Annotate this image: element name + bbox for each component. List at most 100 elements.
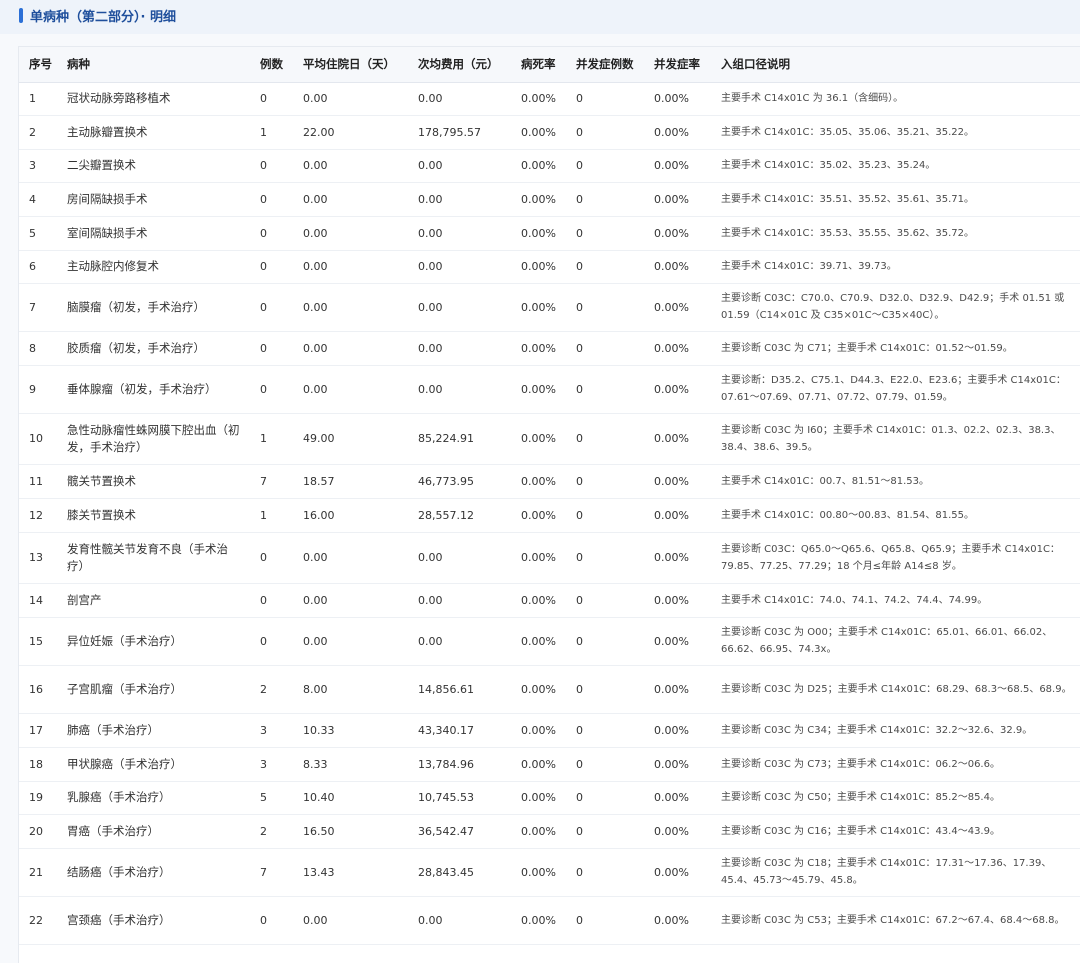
cell-avg-stay: 0.00 <box>291 532 406 584</box>
cell-count: 1 <box>248 498 291 533</box>
cell-index: 17 <box>19 713 55 748</box>
cell-mortality: 0.00% <box>509 413 564 465</box>
cell-avg-cost: 0.00 <box>406 182 509 217</box>
cell-avg-cost: 0.00 <box>406 896 509 945</box>
cell-count: 0 <box>248 896 291 945</box>
table-row: 5 室间隔缺损手术 0 0.00 0.00 0.00% 0 0.00% 主要手术 C14x01C… <box>19 216 1080 251</box>
cell-avg-stay: 0.00 <box>291 331 406 366</box>
cell-avg-stay: 0.00 <box>291 250 406 284</box>
cell-mortality: 0.00% <box>509 713 564 748</box>
column-header-avg-stay: 平均住院日（天） <box>291 47 406 83</box>
cell-avg-cost: 28,843.45 <box>406 848 509 897</box>
cell-avg-stay: 18.57 <box>291 464 406 499</box>
cell-mortality: 0.00% <box>509 283 564 332</box>
cell-complication-rate: 0.00% <box>642 283 709 332</box>
cell-avg-cost: 0.00 <box>406 583 509 618</box>
cell-mortality: 0.00% <box>509 781 564 815</box>
cell-avg-stay: 8.33 <box>291 747 406 782</box>
cell-criteria: 主要手术 C14x01C 为 36.1（含细码）。 <box>709 82 1080 116</box>
cell-complication-count: 0 <box>564 182 642 217</box>
cell-complication-rate: 0.00% <box>642 583 709 618</box>
cell-count: 0 <box>248 216 291 251</box>
cell-avg-cost: 13,784.96 <box>406 747 509 782</box>
cell-complication-count: 0 <box>564 82 642 116</box>
cell-count: 0 <box>248 331 291 366</box>
cell-complication-count: 0 <box>564 498 642 533</box>
table-card: 序号 病种 例数 平均住院日（天） 次均费用（元） 病死率 并发症例数 并发症率… <box>18 46 1080 963</box>
cell-count: 1 <box>248 115 291 150</box>
cell-count: 1 <box>248 413 291 465</box>
cell-complication-rate: 0.00% <box>642 532 709 584</box>
cell-criteria: 主要诊断 C03C：C70.0、C70.9、D32.0、D32.9、D42.9；… <box>709 283 1080 332</box>
cell-complication-count: 0 <box>564 149 642 183</box>
cell-index: 6 <box>19 250 55 284</box>
cell-avg-cost: 0.00 <box>406 250 509 284</box>
cell-index: 3 <box>19 149 55 183</box>
cell-count: 3 <box>248 713 291 748</box>
cell-mortality: 0.00% <box>509 498 564 533</box>
cell-complication-rate: 0.00% <box>642 665 709 714</box>
column-header-index: 序号 <box>19 47 55 83</box>
cell-index: 4 <box>19 182 55 217</box>
cell-avg-stay: 10.40 <box>291 781 406 815</box>
cell-mortality: 0.00% <box>509 814 564 849</box>
header-accent-bar <box>19 8 23 23</box>
cell-index: 16 <box>19 665 55 714</box>
table-row: 9 垂体腺瘤（初发，手术治疗） 0 0.00 0.00 0.00% 0 0.00% 主要诊断：D… <box>19 365 1080 414</box>
table-row: 21 结肠癌（手术治疗） 7 13.43 28,843.45 0.00% 0 0.00% 主要诊… <box>19 848 1080 897</box>
cell-criteria: 主要诊断 C03C 为 I60；主要手术 C14x01C：01.3、02.2、0… <box>709 413 1080 465</box>
cell-criteria: 主要诊断 C03C 为 C71；主要手术 C14x01C：01.52～01.59… <box>709 331 1080 366</box>
cell-disease-name: 结肠癌（手术治疗） <box>55 848 248 897</box>
table-row: 17 肺癌（手术治疗） 3 10.33 43,340.17 0.00% 0 0.00% 主要诊断… <box>19 713 1080 748</box>
cell-count: 0 <box>248 365 291 414</box>
cell-complication-rate: 0.00% <box>642 413 709 465</box>
cell-index: 11 <box>19 464 55 499</box>
cell-complication-count: 0 <box>564 781 642 815</box>
cell-avg-stay: 8.00 <box>291 665 406 714</box>
cell-count: 5 <box>248 781 291 815</box>
cell-disease-name: 脑膜瘤（初发，手术治疗） <box>55 283 248 332</box>
cell-disease-name: 胶质瘤（初发，手术治疗） <box>55 331 248 366</box>
table-row: 20 胃癌（手术治疗） 2 16.50 36,542.47 0.00% 0 0.00% 主要诊断… <box>19 814 1080 849</box>
column-header-avg-cost: 次均费用（元） <box>406 47 509 83</box>
cell-index: 5 <box>19 216 55 251</box>
cell-avg-stay: 0.00 <box>291 149 406 183</box>
cell-complication-count: 0 <box>564 283 642 332</box>
cell-criteria: 主要诊断 C03C 为 C53；主要手术 C14x01C：67.2～67.4、6… <box>709 896 1080 945</box>
cell-index: 10 <box>19 413 55 465</box>
cell-complication-rate: 0.00% <box>642 781 709 815</box>
table-row: 1 冠状动脉旁路移植术 0 0.00 0.00 0.00% 0 0.00% 主要手术 C14x0… <box>19 82 1080 116</box>
cell-avg-stay: 0.00 <box>291 283 406 332</box>
cell-complication-rate: 0.00% <box>642 115 709 150</box>
cell-mortality: 0.00% <box>509 747 564 782</box>
cell-criteria: 主要诊断：D35.2、C75.1、D44.3、E22.0、E23.6；主要手术 … <box>709 365 1080 414</box>
cell-complication-count: 0 <box>564 713 642 748</box>
table-row: 6 主动脉腔内修复术 0 0.00 0.00 0.00% 0 0.00% 主要手术 C14x01… <box>19 250 1080 284</box>
column-header-count: 例数 <box>248 47 291 83</box>
cell-mortality: 0.00% <box>509 182 564 217</box>
cell-complication-rate: 0.00% <box>642 365 709 414</box>
cell-complication-rate: 0.00% <box>642 464 709 499</box>
cell-avg-cost: 43,340.17 <box>406 713 509 748</box>
table-row: 4 房间隔缺损手术 0 0.00 0.00 0.00% 0 0.00% 主要手术 C14x01C… <box>19 182 1080 217</box>
table-row: 10 急性动脉瘤性蛛网膜下腔出血（初发，手术治疗） 1 49.00 85,224.91 0… <box>19 413 1080 465</box>
table-row: 18 甲状腺癌（手术治疗） 3 8.33 13,784.96 0.00% 0 0.00% 主要诊… <box>19 747 1080 782</box>
cell-complication-rate: 0.00% <box>642 331 709 366</box>
cell-index: 13 <box>19 532 55 584</box>
cell-complication-rate: 0.00% <box>642 498 709 533</box>
cell-complication-rate: 0.00% <box>642 82 709 116</box>
cell-index: 14 <box>19 583 55 618</box>
cell-index: 7 <box>19 283 55 332</box>
page: 单病种（第二部分）· 明细 序号 病种 例数 平均住院日（天） 次均费用（元） … <box>0 0 1080 963</box>
cell-criteria: 主要诊断 C03C 为 C50；主要手术 C14x01C：85.2～85.4。 <box>709 781 1080 815</box>
cell-complication-count: 0 <box>564 848 642 897</box>
cell-avg-stay: 0.00 <box>291 365 406 414</box>
cell-disease-name: 胃癌（手术治疗） <box>55 814 248 849</box>
cell-avg-stay: 49.00 <box>291 413 406 465</box>
table-body: 1 冠状动脉旁路移植术 0 0.00 0.00 0.00% 0 0.00% 主要手术 C14x0… <box>19 82 1080 945</box>
cell-criteria: 主要手术 C14x01C：39.71、39.73。 <box>709 250 1080 284</box>
cell-avg-cost: 28,557.12 <box>406 498 509 533</box>
cell-disease-name: 子宫肌瘤（手术治疗） <box>55 665 248 714</box>
disease-detail-table: 序号 病种 例数 平均住院日（天） 次均费用（元） 病死率 并发症例数 并发症率… <box>19 47 1080 945</box>
cell-mortality: 0.00% <box>509 665 564 714</box>
